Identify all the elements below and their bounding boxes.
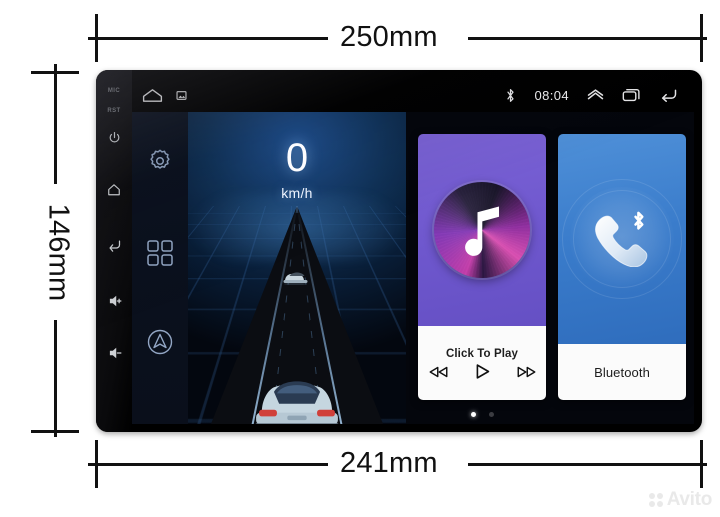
music-widget-footer: Click To Play [418, 326, 546, 400]
status-bar: 08:04 [132, 78, 694, 112]
widget-music[interactable]: Click To Play [418, 134, 546, 400]
left-dimension-line-bottom [54, 320, 57, 437]
page-dot-1[interactable] [470, 412, 476, 417]
top-dimension-label: 250mm [340, 21, 438, 53]
mic-label: MIC [107, 87, 121, 94]
bluetooth-icon [505, 88, 516, 103]
top-dimension-line-right [468, 37, 707, 40]
screenshot-canvas: 250mm 241mm 146mm MIC RST 08:04 0 km/h C… [0, 0, 720, 517]
page-dot-2[interactable] [488, 412, 494, 417]
driving-scene[interactable]: 0 km/h [188, 112, 406, 424]
ego-car-graphic [248, 374, 346, 424]
recents-icon[interactable] [622, 88, 641, 102]
music-transport-controls [418, 363, 546, 380]
skip-back-icon[interactable] [428, 365, 449, 379]
touchscreen[interactable]: 08:04 0 km/h Click To Play Bluetooth [132, 78, 694, 424]
left-dimension-line-top [54, 64, 57, 184]
app-rail [132, 112, 188, 424]
apps-grid-icon[interactable] [146, 239, 174, 272]
avito-watermark: Avito [648, 489, 713, 511]
home-screen: 0 km/h Click To Play Bluetooth [132, 112, 694, 424]
page-indicator[interactable] [418, 412, 546, 417]
home-icon[interactable] [142, 88, 163, 103]
screenshot-icon[interactable] [176, 90, 187, 101]
album-art [434, 182, 530, 278]
car-head-unit-device: MIC RST 08:04 0 km/h Click To Play Bluet… [96, 70, 702, 432]
home-key[interactable] [101, 176, 127, 202]
back-key[interactable] [101, 232, 127, 258]
bottom-dimension-label: 241mm [340, 447, 438, 479]
car-ahead-graphic [282, 268, 312, 290]
left-dimension-label: 146mm [42, 203, 75, 302]
music-widget-artwork-area[interactable] [418, 134, 546, 326]
navigation-arrow-icon[interactable] [146, 328, 174, 361]
chevron-up-icon[interactable] [587, 88, 604, 102]
reset-label: RST [107, 107, 121, 114]
speedometer: 0 km/h [188, 138, 406, 201]
play-icon[interactable] [474, 363, 491, 380]
music-widget-label: Click To Play [445, 348, 519, 360]
hardware-key-rail: MIC RST [96, 70, 132, 432]
status-bar-clock: 08:04 [534, 87, 569, 103]
avito-logo-icon [648, 493, 663, 507]
power-key[interactable] [101, 124, 127, 150]
speed-unit: km/h [281, 185, 313, 201]
bottom-dimension-line-right [468, 463, 707, 466]
volume-up-key[interactable] [101, 288, 127, 314]
widget-bluetooth[interactable]: Bluetooth [558, 134, 686, 400]
back-icon[interactable] [659, 88, 678, 102]
volume-down-key[interactable] [101, 340, 127, 366]
avito-watermark-text: Avito [666, 489, 713, 510]
bt-ring-mid [573, 190, 671, 288]
bottom-dimension-line-left [88, 463, 328, 466]
skip-forward-icon[interactable] [516, 365, 537, 379]
gear-icon[interactable] [147, 148, 173, 179]
bluetooth-widget-footer: Bluetooth [558, 344, 686, 400]
speed-value: 0 [285, 136, 309, 180]
top-dimension-line-left [88, 37, 328, 40]
bluetooth-widget-icon-area[interactable] [558, 134, 686, 344]
bluetooth-widget-label: Bluetooth [594, 364, 650, 380]
